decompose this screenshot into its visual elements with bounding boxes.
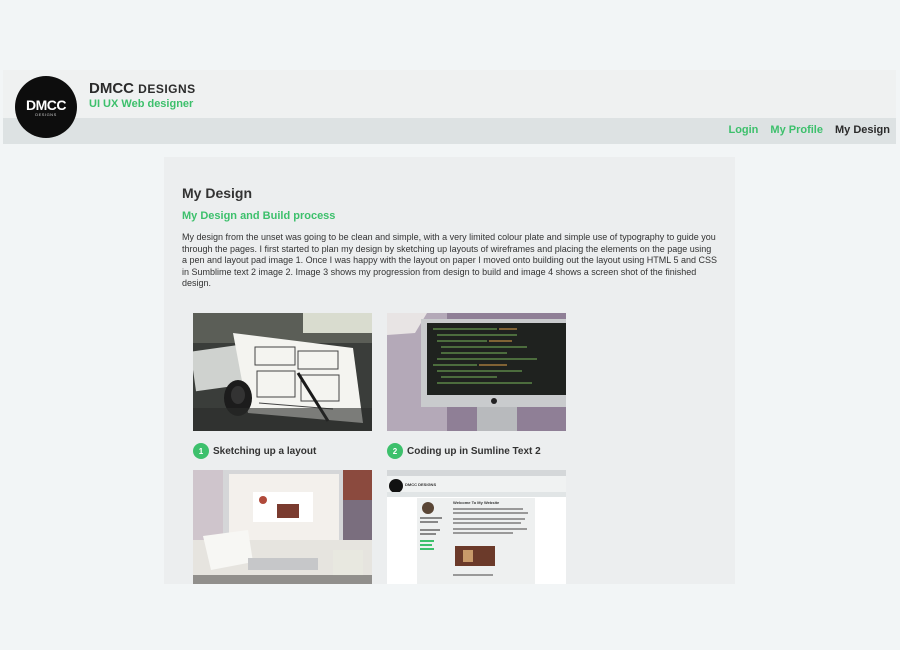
sketch-photo[interactable]: [193, 313, 372, 431]
logo-main-text: DMCC: [26, 97, 67, 113]
caption-text: Sketching up a layout: [213, 445, 317, 457]
finished-site-screenshot[interactable]: DMCC DESIGNS Welcome To My Website: [387, 470, 566, 584]
number-badge: 2: [387, 443, 403, 459]
caption-text: Coding up in Sumline Text 2: [407, 445, 541, 457]
screenshot-heading: Welcome To My Website: [453, 500, 500, 505]
number-badge: 1: [193, 443, 209, 459]
page-title: My Design: [182, 185, 253, 201]
image-caption-1: 1 Sketching up a layout: [193, 443, 316, 459]
logo[interactable]: DMCC DESIGNS: [15, 76, 77, 138]
main-nav: Login My Profile My Design: [728, 124, 890, 136]
brand-name-main: DMCC: [89, 80, 134, 97]
progression-photo[interactable]: [193, 470, 372, 584]
main-content: My Design My Design and Build process My…: [164, 157, 735, 584]
logo-sub-text: DESIGNS: [35, 112, 57, 117]
section-title: My Design and Build process: [182, 210, 336, 222]
brand-name: DMCC DESIGNS: [89, 80, 196, 98]
brand-tagline: UI UX Web designer: [89, 98, 194, 110]
brand-name-suffix: DESIGNS: [138, 82, 196, 96]
screenshot-brand: DMCC DESIGNS: [405, 482, 437, 487]
coding-photo[interactable]: [387, 313, 566, 431]
image-caption-2: 2 Coding up in Sumline Text 2: [387, 443, 541, 459]
nav-my-design[interactable]: My Design: [835, 124, 890, 136]
intro-paragraph: My design from the unset was going to be…: [182, 232, 718, 289]
nav-bar: Login My Profile My Design: [3, 118, 896, 144]
brand: DMCC DESIGNS UI UX Web designer: [89, 80, 196, 110]
nav-login[interactable]: Login: [728, 124, 758, 136]
nav-my-profile[interactable]: My Profile: [770, 124, 823, 136]
